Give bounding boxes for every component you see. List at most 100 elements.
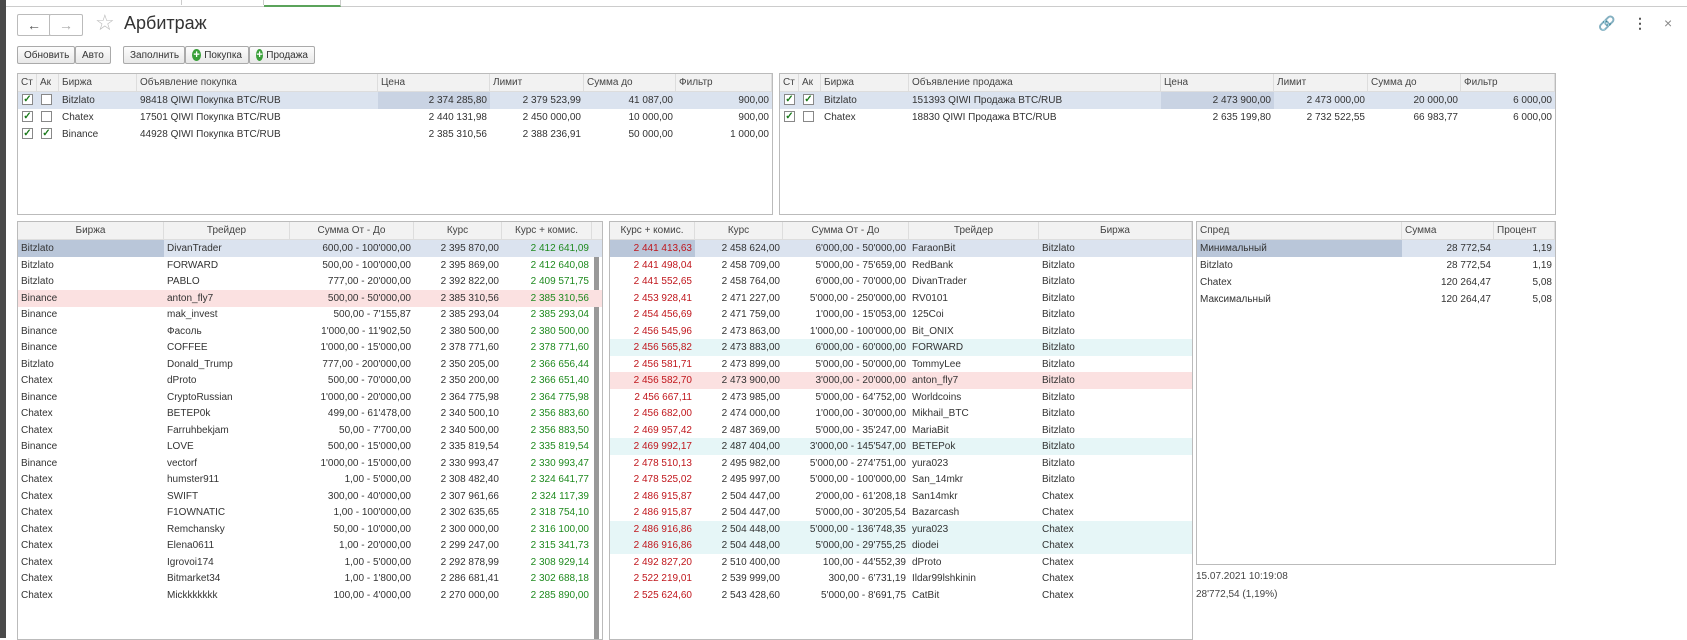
table-row[interactable]: 2 522 219,01 2 539 999,00 300,00 - 6'731,1…	[610, 570, 1192, 587]
column-header[interactable]: Сумма до	[584, 74, 676, 91]
table-row[interactable]: 2 441 413,63 2 458 624,00 6'000,00 - 50'00…	[610, 240, 1192, 257]
status-checkbox-checked[interactable]: ✓	[22, 128, 33, 139]
status-checkbox-checked[interactable]: ✓	[784, 111, 795, 122]
active-checkbox-checked[interactable]: ✓	[41, 128, 52, 139]
column-header[interactable]: Курс	[414, 222, 502, 239]
table-row[interactable]: 2 456 545,96 2 473 863,00 1'000,00 - 100'0…	[610, 323, 1192, 340]
column-header[interactable]: Объявление продажа	[909, 74, 1161, 91]
table-row[interactable]: Chatex Igrovoi174 1,00 - 5'000,00 2 292 878…	[18, 554, 602, 571]
column-header[interactable]: Сумма до	[1368, 74, 1461, 91]
table-row[interactable]: Binance Фасоль 1'000,00 - 11'902,50 2 380 5…	[18, 323, 602, 340]
table-row[interactable]: Chatex SWIFT 300,00 - 40'000,00 2 307 961,6…	[18, 488, 602, 505]
table-row[interactable]: Binance vectorf 1'000,00 - 15'000,00 2 330 …	[18, 455, 602, 472]
table-row[interactable]: 2 486 916,86 2 504 448,00 5'000,00 - 136'7…	[610, 520, 1192, 538]
table-row[interactable]: 2 486 916,86 2 504 448,00 5'000,00 - 29'75…	[610, 537, 1192, 554]
table-row[interactable]: 2 486 915,87 2 504 447,00 5'000,00 - 30'20…	[610, 504, 1192, 521]
column-header[interactable]: Сумма	[1402, 222, 1494, 239]
table-row[interactable]: Chatex dProto 500,00 - 70'000,00 2 350 200,…	[18, 372, 602, 389]
favorite-star-icon[interactable]: ☆	[95, 10, 115, 36]
column-header[interactable]: Фильтр	[676, 74, 772, 91]
table-row[interactable]: Chatex Bitmarket34 1,00 - 1'800,00 2 286 68…	[18, 570, 602, 587]
table-row[interactable]: Chatex Mickkkkkkk 100,00 - 4'000,00 2 270 0…	[18, 587, 602, 604]
column-header[interactable]: Курс + комис.	[502, 222, 592, 239]
column-header[interactable]: Лимит	[490, 74, 584, 91]
auto-button[interactable]: Авто	[75, 46, 111, 64]
status-checkbox-checked[interactable]: ✓	[22, 111, 33, 122]
column-header[interactable]: Цена	[1161, 74, 1274, 91]
table-row[interactable]: Binance mak_invest 500,00 - 7'155,87 2 385 …	[18, 306, 602, 323]
active-checkbox-checked[interactable]: ✓	[803, 94, 814, 105]
table-row[interactable]: Chatex F1OWNATIC 1,00 - 100'000,00 2 302 63…	[18, 504, 602, 521]
sell-button[interactable]: + Продажа	[249, 46, 315, 64]
table-row[interactable]: 2 441 498,04 2 458 709,00 5'000,00 - 75'65…	[610, 257, 1192, 274]
column-header[interactable]: Ак	[799, 74, 821, 91]
top-tab-active[interactable]	[264, 0, 341, 7]
column-header[interactable]: Объявление покупка	[137, 74, 378, 91]
table-row[interactable]: Chatex Farruhbekjam 50,00 - 7'700,00 2 340 …	[18, 422, 602, 439]
table-row[interactable]: ✓ Chatex 17501 QIWI Покупка BTC/RUB 2 440 1…	[18, 109, 772, 126]
table-row[interactable]: Chatex humster911 1,00 - 5'000,00 2 308 482…	[18, 471, 602, 488]
table-row[interactable]: 2 454 456,69 2 471 759,00 1'000,00 - 15'05…	[610, 306, 1192, 323]
top-tab[interactable]	[86, 0, 182, 5]
table-row[interactable]: Chatex ВЕТЕР0k 499,00 - 61'478,00 2 340 500…	[18, 405, 602, 422]
column-header[interactable]: Биржа	[18, 222, 164, 239]
active-checkbox[interactable]	[41, 94, 52, 105]
column-header[interactable]: Сумма От - До	[290, 222, 414, 239]
table-row[interactable]: Binance COFFEE 1'000,00 - 15'000,00 2 378 7…	[18, 339, 602, 356]
column-header[interactable]: Ст	[780, 74, 799, 91]
table-row[interactable]: 2 456 682,00 2 474 000,00 1'000,00 - 30'00…	[610, 405, 1192, 422]
active-checkbox[interactable]	[41, 111, 52, 122]
column-header[interactable]: Биржа	[59, 74, 137, 91]
fill-button[interactable]: Заполнить	[123, 46, 185, 64]
column-header[interactable]: Биржа	[821, 74, 909, 91]
close-icon[interactable]: ×	[1664, 15, 1672, 31]
column-header[interactable]: Лимит	[1274, 74, 1368, 91]
more-menu-icon[interactable]: ⋮	[1633, 15, 1647, 32]
status-checkbox-checked[interactable]: ✓	[22, 94, 33, 105]
table-row[interactable]: ✓ ✓ Bitzlato 151393 QIWI Продажа BTC/RUB 2 4…	[780, 92, 1555, 109]
table-row[interactable]: Chatex Remchansky 50,00 - 10'000,00 2 300 0…	[18, 521, 602, 538]
column-header[interactable]: Процент	[1494, 222, 1555, 239]
column-header[interactable]: Трейдер	[909, 222, 1039, 239]
table-row[interactable]: 2 492 827,20 2 510 400,00 100,00 - 44'552,…	[610, 554, 1192, 571]
table-row[interactable]: Bitzlato Donald_Trump 777,00 - 200'000,00 2…	[18, 356, 602, 373]
table-row[interactable]: Максимальный 120 264,47 5,08	[1197, 291, 1555, 308]
table-row[interactable]: Binance anton_fly7 500,00 - 50'000,00 2 385…	[18, 289, 602, 307]
column-header[interactable]: Спред	[1197, 222, 1402, 239]
table-row[interactable]: 2 456 581,71 2 473 899,00 5'000,00 - 50'00…	[610, 356, 1192, 373]
table-row[interactable]: 2 456 565,82 2 473 883,00 6'000,00 - 60'00…	[610, 339, 1192, 356]
top-tab[interactable]	[181, 0, 264, 5]
table-row[interactable]: Binance LOVE 500,00 - 15'000,00 2 335 819,5…	[18, 438, 602, 455]
table-row[interactable]: ✓ ✓ Binance 44928 QIWI Покупка BTC/RUB 2 385…	[18, 126, 772, 143]
back-button[interactable]: ←	[17, 14, 51, 36]
table-row[interactable]: Bitzlato FORWARD 500,00 - 100'000,00 2 395 …	[18, 257, 602, 274]
buy-button[interactable]: + Покупка	[185, 46, 249, 64]
table-row[interactable]: Chatex Elena0611 1,00 - 20'000,00 2 299 247…	[18, 537, 602, 554]
table-row[interactable]: 2 469 957,42 2 487 369,00 5'000,00 - 35'24…	[610, 422, 1192, 439]
table-row[interactable]: 2 453 928,41 2 471 227,00 5'000,00 - 250'0…	[610, 290, 1192, 307]
table-row[interactable]: 2 456 582,70 2 473 900,00 3'000,00 - 20'00…	[610, 372, 1192, 389]
table-row[interactable]: 2 478 525,02 2 495 997,00 5'000,00 - 100'0…	[610, 471, 1192, 488]
table-row[interactable]: Bitzlato PABLO 777,00 - 20'000,00 2 392 822…	[18, 273, 602, 290]
table-row[interactable]: 2 525 624,60 2 543 428,60 5'000,00 - 8'691…	[610, 587, 1192, 604]
table-row[interactable]: Bitzlato 28 772,54 1,19	[1197, 257, 1555, 274]
column-header[interactable]: Курс + комис.	[610, 222, 695, 239]
column-header[interactable]: Курс	[695, 222, 783, 239]
table-row[interactable]: 2 486 915,87 2 504 447,00 2'000,00 - 61'20…	[610, 488, 1192, 505]
column-header[interactable]: Цена	[378, 74, 490, 91]
table-row[interactable]: 2 469 992,17 2 487 404,00 3'000,00 - 145'5…	[610, 438, 1192, 455]
column-header[interactable]: Биржа	[1039, 222, 1192, 239]
table-row[interactable]: Минимальный 28 772,54 1,19	[1197, 240, 1555, 257]
table-row[interactable]: 2 456 667,11 2 473 985,00 5'000,00 - 64'75…	[610, 389, 1192, 406]
refresh-button[interactable]: Обновить	[17, 46, 75, 64]
active-checkbox[interactable]	[803, 111, 814, 122]
status-checkbox-checked[interactable]: ✓	[784, 94, 795, 105]
table-row[interactable]: Binance CryptoRussian 1'000,00 - 20'000,00…	[18, 389, 602, 406]
column-header[interactable]: Сумма От - До	[783, 222, 909, 239]
link-icon[interactable]: 🔗	[1598, 15, 1615, 32]
table-row[interactable]: Chatex 120 264,47 5,08	[1197, 274, 1555, 291]
table-row[interactable]: ✓ Chatex 18830 QIWI Продажа BTC/RUB 2 635 1…	[780, 109, 1555, 126]
table-row[interactable]: Bitzlato DivanTrader 600,00 - 100'000,00 2 …	[18, 240, 602, 257]
column-header[interactable]: Трейдер	[164, 222, 290, 239]
table-row[interactable]: 2 441 552,65 2 458 764,00 6'000,00 - 70'00…	[610, 273, 1192, 290]
